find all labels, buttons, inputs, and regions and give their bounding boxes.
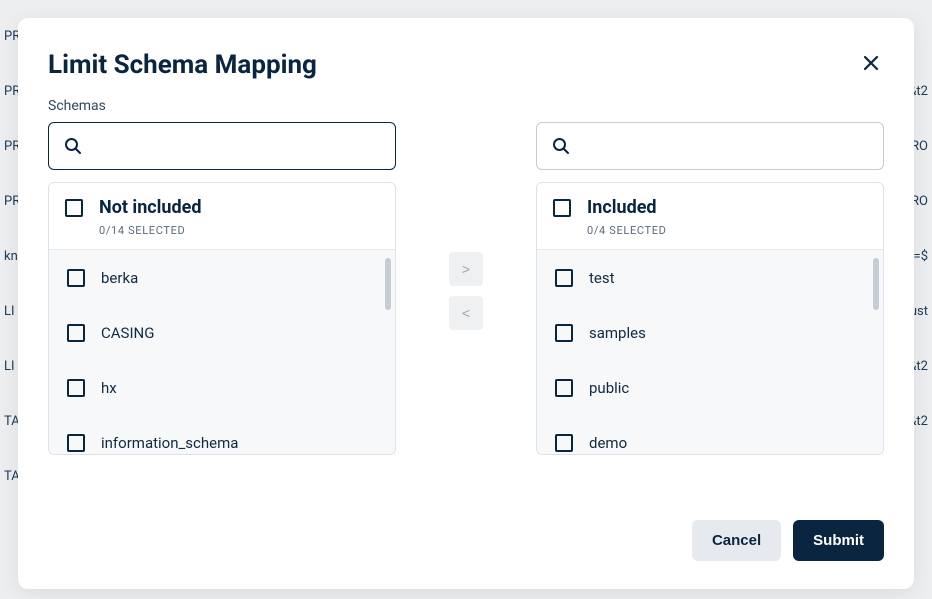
not-included-header: Not included 0/14 SELECTED — [49, 183, 395, 250]
not-included-panel: Not included 0/14 SELECTED berka CASING — [48, 182, 396, 455]
included-select-all-checkbox[interactable] — [553, 199, 571, 217]
item-label: public — [589, 379, 629, 397]
list-item[interactable]: demo — [537, 415, 883, 454]
search-icon — [63, 136, 83, 156]
item-checkbox[interactable] — [555, 269, 573, 287]
item-checkbox[interactable] — [67, 269, 85, 287]
item-checkbox[interactable] — [555, 379, 573, 397]
not-included-search[interactable] — [48, 122, 396, 170]
transfer-controls: > < — [396, 122, 536, 330]
list-item[interactable]: test — [537, 250, 883, 305]
not-included-list: berka CASING hx information_schema — [49, 250, 395, 454]
list-item[interactable]: public — [537, 360, 883, 415]
included-panel: Included 0/4 SELECTED test samples — [536, 182, 884, 455]
list-item[interactable]: CASING — [49, 305, 395, 360]
not-included-title: Not included — [99, 197, 202, 218]
item-label: information_schema — [101, 434, 238, 452]
modal-header: Limit Schema Mapping — [48, 50, 884, 80]
modal-dialog: Limit Schema Mapping Schemas Not include… — [18, 18, 914, 589]
modal-footer: Cancel Submit — [48, 494, 884, 561]
item-checkbox[interactable] — [67, 434, 85, 452]
item-label: samples — [589, 324, 646, 342]
list-item[interactable]: information_schema — [49, 415, 395, 454]
not-included-search-input[interactable] — [93, 137, 381, 156]
item-label: hx — [101, 379, 117, 397]
item-label: test — [589, 269, 615, 287]
search-icon — [551, 136, 571, 156]
included-search[interactable] — [536, 122, 884, 170]
schemas-label: Schemas — [48, 98, 884, 114]
item-label: CASING — [101, 324, 154, 342]
scrollbar-thumb[interactable] — [385, 258, 391, 310]
item-checkbox[interactable] — [555, 434, 573, 452]
item-checkbox[interactable] — [67, 324, 85, 342]
item-label: berka — [101, 269, 138, 287]
move-right-button[interactable]: > — [449, 252, 483, 286]
not-included-selected-count: 0/14 SELECTED — [99, 224, 202, 237]
move-left-button[interactable]: < — [449, 296, 483, 330]
close-button[interactable] — [858, 50, 884, 76]
item-checkbox[interactable] — [555, 324, 573, 342]
list-item[interactable]: samples — [537, 305, 883, 360]
submit-button[interactable]: Submit — [793, 520, 884, 561]
list-item[interactable]: berka — [49, 250, 395, 305]
included-search-input[interactable] — [581, 137, 869, 156]
included-column: Included 0/4 SELECTED test samples — [536, 122, 884, 455]
modal-title: Limit Schema Mapping — [48, 50, 317, 80]
included-list: test samples public demo — [537, 250, 883, 454]
item-label: demo — [589, 434, 627, 452]
item-checkbox[interactable] — [67, 379, 85, 397]
list-item[interactable]: hx — [49, 360, 395, 415]
included-selected-count: 0/4 SELECTED — [587, 224, 667, 237]
transfer-columns: Not included 0/14 SELECTED berka CASING — [48, 122, 884, 455]
close-icon — [862, 54, 880, 72]
scrollbar-thumb[interactable] — [873, 258, 879, 310]
not-included-column: Not included 0/14 SELECTED berka CASING — [48, 122, 396, 455]
cancel-button[interactable]: Cancel — [692, 520, 781, 561]
not-included-select-all-checkbox[interactable] — [65, 199, 83, 217]
included-title: Included — [587, 197, 667, 218]
included-header: Included 0/4 SELECTED — [537, 183, 883, 250]
